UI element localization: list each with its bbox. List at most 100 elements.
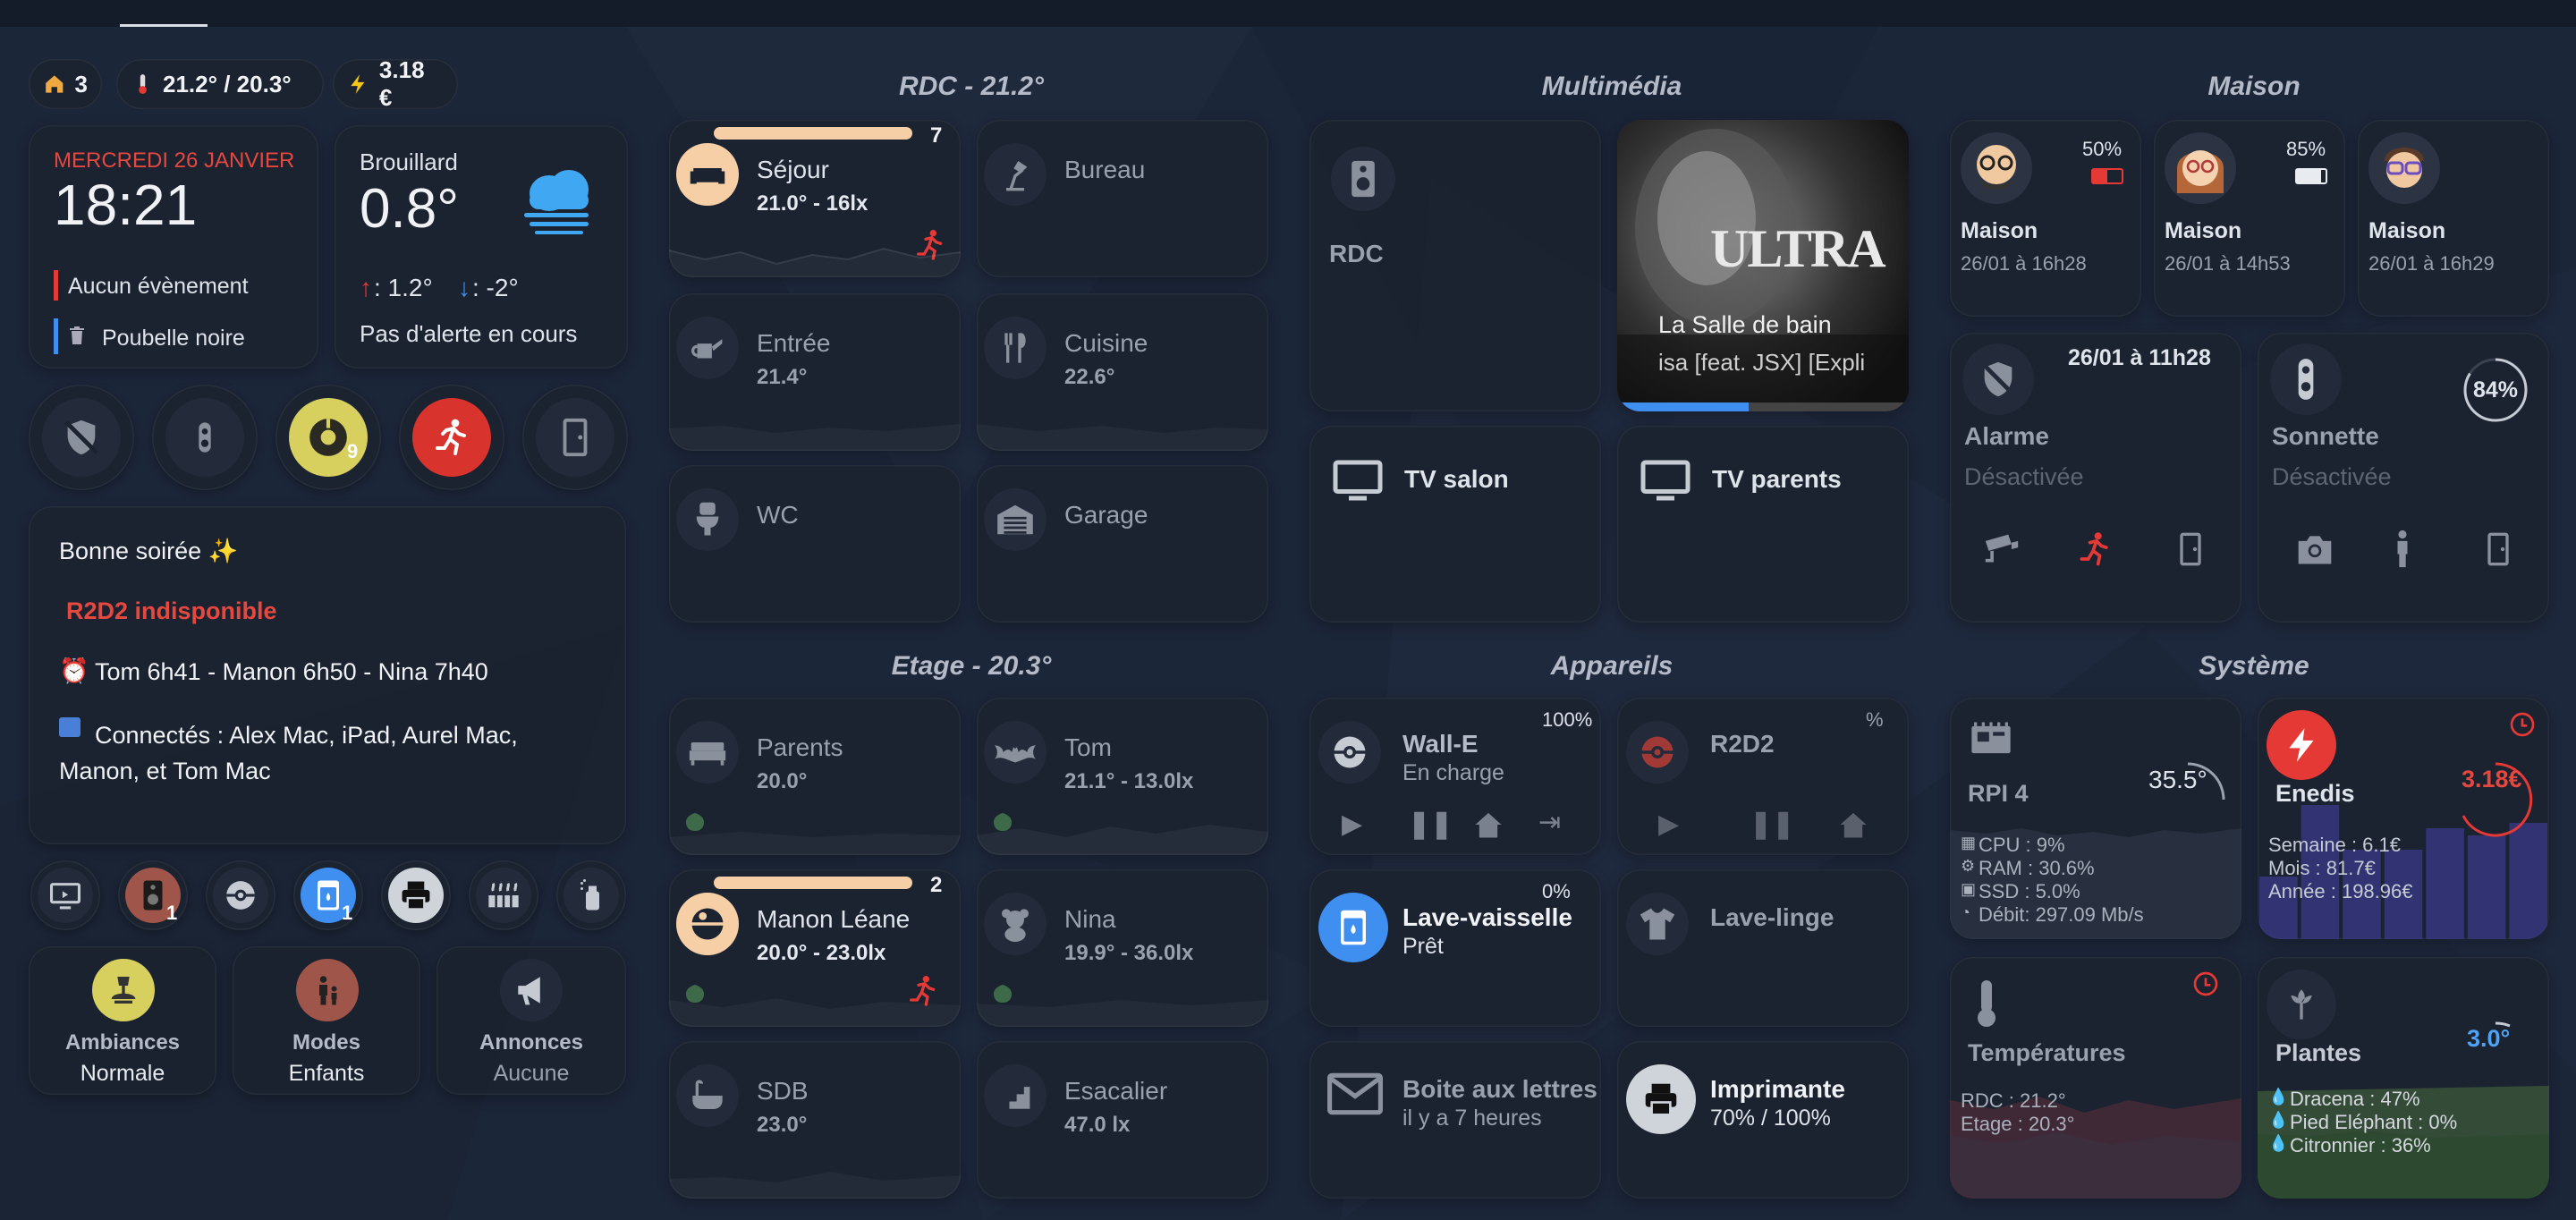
tv-parents-card[interactable]: TV parents	[1617, 426, 1909, 623]
rpi-card[interactable]: 35.5° RPI 4 CPU : 9% RAM : 30.6% SSD : 5…	[1950, 698, 2241, 939]
temperature-pill[interactable]: 21.2° / 20.3°	[116, 59, 324, 109]
camera-icon	[2298, 536, 2332, 564]
history-icon	[2193, 971, 2218, 996]
person-3-time: 26/01 à 16h29	[2368, 252, 2495, 275]
doorbell-card[interactable]: 84% Sonnette Désactivée	[2258, 333, 2549, 623]
vacuum-button[interactable]: 9	[275, 385, 381, 490]
mail-icon	[1327, 1072, 1383, 1115]
return-icon[interactable]: ⇥	[1538, 807, 1561, 838]
enedis-bar	[2426, 828, 2464, 939]
room-tom[interactable]: Tom 21.1° - 13.0lx	[977, 698, 1268, 855]
garage-name: Garage	[1064, 501, 1148, 529]
walle-battery: 100%	[1542, 708, 1593, 731]
room-sejour[interactable]: 7 Séjour 21.0° - 16lx	[669, 120, 961, 277]
dishwasher-card[interactable]: 0% Lave-vaisselle Prêt	[1309, 869, 1601, 1027]
printer-state: 70% / 100%	[1710, 1106, 1831, 1131]
running-person-icon	[436, 419, 466, 455]
doorbell-button[interactable]	[152, 385, 258, 490]
play-icon[interactable]: ▶	[1658, 809, 1679, 840]
alarm-card[interactable]: 26/01 à 11h28 Alarme Désactivée	[1950, 333, 2241, 623]
room-parents[interactable]: Parents 20.0°	[669, 698, 961, 855]
home-count-pill[interactable]: 3	[29, 59, 102, 109]
mailbox-card[interactable]: Boite aux lettres il y a 7 heures	[1309, 1041, 1601, 1199]
cuisine-sub: 22.6°	[1064, 365, 1115, 389]
wc-name: WC	[757, 501, 799, 529]
room-manon[interactable]: 2 Manon Léane 20.0° - 23.0lx	[669, 869, 961, 1027]
r2d2-battery: %	[1866, 708, 1884, 731]
doorbell-icon	[199, 422, 211, 453]
tv-quick-button[interactable]	[30, 860, 100, 930]
now-playing-card[interactable]: ULTRA La Salle de bain isa [feat. JSX] […	[1617, 120, 1909, 411]
watering-can-icon	[691, 339, 723, 359]
r2d2-quick-button[interactable]	[206, 860, 275, 930]
clock-time: 18:21	[54, 173, 198, 237]
walle-name: Wall-E	[1402, 730, 1479, 758]
speed-icon: ◔	[1961, 903, 1970, 921]
active-tab-indicator[interactable]	[120, 24, 208, 27]
person-card-1[interactable]: 50% Maison 26/01 à 16h28	[1950, 120, 2141, 317]
modes-card[interactable]: Modes Enfants	[233, 946, 420, 1095]
tv-salon-label: TV salon	[1404, 465, 1509, 493]
r2d2-card[interactable]: % R2D2 ▶ ❚❚	[1617, 698, 1909, 855]
washer-quick-button[interactable]: 1	[293, 860, 363, 930]
event-text: Aucun évènement	[68, 274, 249, 299]
room-nina[interactable]: Nina 19.9° - 36.0lx	[977, 869, 1268, 1027]
date-card[interactable]: MERCREDI 26 JANVIER 18:21 Aucun évènemen…	[29, 125, 318, 369]
room-entree[interactable]: Entrée 21.4°	[669, 293, 961, 451]
alarm-time: 26/01 à 11h28	[2068, 345, 2211, 370]
shield-button[interactable]	[29, 385, 134, 490]
printer-card[interactable]: Imprimante 70% / 100%	[1617, 1041, 1909, 1199]
album-title-art: ULTRA	[1710, 219, 1886, 278]
plant-1: Dracena : 47%	[2290, 1088, 2420, 1110]
printer-quick-button[interactable]	[381, 860, 451, 930]
person-card-2[interactable]: 85% Maison 26/01 à 14h53	[2154, 120, 2345, 317]
temperatures-card[interactable]: Températures RDC : 21.2° Etage : 20.3°	[1950, 957, 2241, 1199]
annonces-card[interactable]: Annonces Aucune	[436, 946, 626, 1095]
spray-quick-button[interactable]	[556, 860, 626, 930]
energy-pill[interactable]: 3.18 €	[333, 56, 458, 111]
desk-lamp-icon	[1006, 161, 1028, 191]
room-wc[interactable]: WC	[669, 465, 961, 623]
walle-card[interactable]: 100% Wall-E En charge ▶ ❚❚ ⇥	[1309, 698, 1601, 855]
robot-vacuum-icon	[309, 419, 347, 456]
motion-button[interactable]	[399, 385, 504, 490]
avatar-3	[2368, 132, 2440, 204]
tv-salon-card[interactable]: TV salon	[1309, 426, 1601, 623]
track-progress[interactable]	[1617, 402, 1909, 411]
room-cuisine[interactable]: Cuisine 22.6°	[977, 293, 1268, 451]
speaker-rdc-card[interactable]: RDC	[1309, 120, 1601, 411]
sejour-sub: 21.0° - 16lx	[757, 191, 869, 216]
weather-card[interactable]: Brouillard 0.8° ↑ : 1.2° ↓ : -2° Pas d'a…	[335, 125, 628, 369]
room-bureau[interactable]: Bureau	[977, 120, 1268, 277]
ambiances-card[interactable]: Ambiances Normale	[29, 946, 216, 1095]
rpi-debit: Débit: 297.09 Mb/s	[1979, 903, 2144, 926]
pause-icon[interactable]: ❚❚	[1408, 809, 1453, 840]
room-sdb[interactable]: SDB 23.0°	[669, 1041, 961, 1199]
pause-icon[interactable]: ❚❚	[1750, 809, 1794, 840]
air-freshener-icon	[580, 879, 599, 911]
room-escalier[interactable]: Esacalier 47.0 lx	[977, 1041, 1268, 1199]
ambiances-value: Normale	[80, 1061, 165, 1086]
plants-card[interactable]: 3.0° Plantes 💧 Dracena : 47% 💧 Pied Elép…	[2258, 957, 2549, 1199]
modes-label: Modes	[292, 1030, 360, 1055]
play-icon[interactable]: ▶	[1342, 809, 1362, 840]
shield-off-icon	[64, 419, 98, 455]
track-title: La Salle de bain	[1658, 311, 1832, 338]
person-card-3[interactable]: Maison 26/01 à 16h29	[2358, 120, 2549, 317]
person-2-battery: 85%	[2286, 138, 2326, 160]
heater-quick-button[interactable]	[469, 860, 538, 930]
washer-name: Lave-linge	[1710, 903, 1835, 931]
home-dock-icon[interactable]	[1472, 810, 1504, 839]
enedis-card[interactable]: 3.18€ Enedis Semaine : 6.1€ Mois : 81.7€…	[2258, 698, 2549, 939]
temperatures-name: Températures	[1968, 1039, 2126, 1066]
room-garage[interactable]: Garage	[977, 465, 1268, 623]
enedis-bar	[2467, 835, 2506, 939]
door-button[interactable]	[522, 385, 628, 490]
speaker-quick-button[interactable]: 1	[118, 860, 188, 930]
home-dock-icon[interactable]	[1837, 810, 1869, 839]
enedis-name: Enedis	[2275, 780, 2355, 807]
washer-card[interactable]: Lave-linge	[1617, 869, 1909, 1027]
person-1-name: Maison	[1961, 218, 2038, 243]
parents-sparkline	[669, 832, 961, 855]
shield-off-icon	[1981, 361, 2015, 397]
